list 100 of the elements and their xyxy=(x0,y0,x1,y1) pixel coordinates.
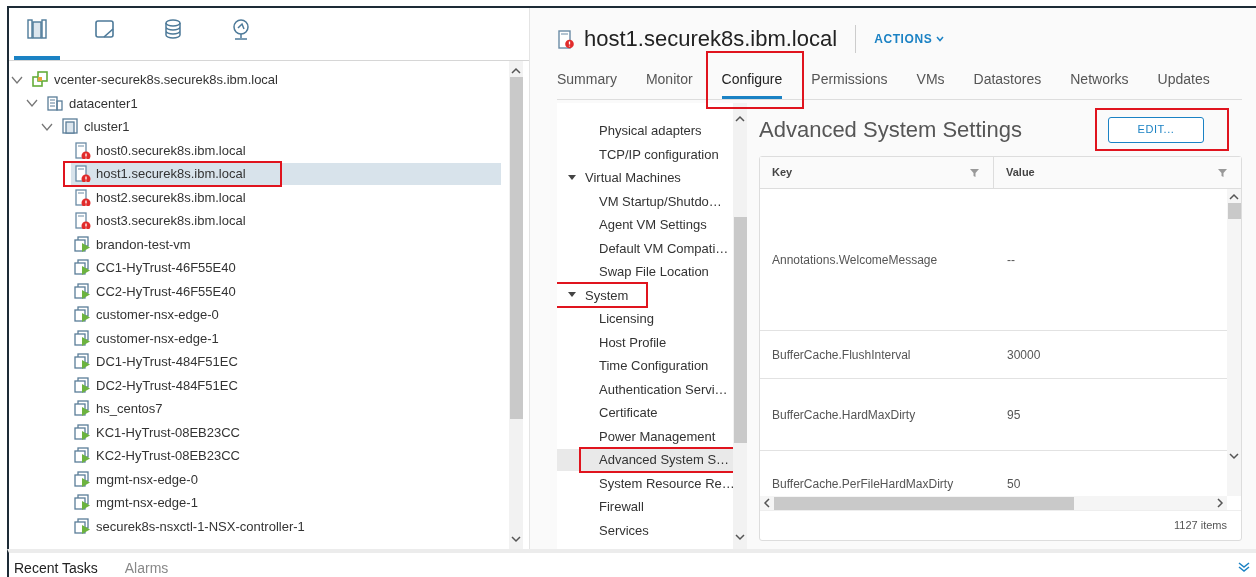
tree-item[interactable]: securek8s-nsxctl-1-NSX-controller-1 xyxy=(71,515,311,538)
vm-icon xyxy=(74,470,91,488)
scroll-up-icon[interactable] xyxy=(1229,193,1239,201)
nav-item[interactable]: Licensing xyxy=(557,307,733,330)
scroll-down-icon[interactable] xyxy=(735,533,745,541)
tree-item[interactable]: CC2-HyTrust-46F55E40 xyxy=(71,280,242,303)
table-cell-text: BufferCache.FlushInterval xyxy=(771,346,912,364)
vcenter-icon xyxy=(32,71,49,89)
tree-item[interactable]: KC1-HyTrust-08EB23CC xyxy=(71,421,246,444)
vm-icon xyxy=(74,235,91,253)
collapse-panel-icon[interactable] xyxy=(1238,561,1250,573)
tree-item[interactable]: CC1-HyTrust-46F55E40 xyxy=(71,256,242,279)
scrollbar[interactable] xyxy=(733,103,747,549)
tree-item[interactable]: host3.securek8s.ibm.local xyxy=(71,209,252,232)
object-title: host1.securek8s.ibm.local xyxy=(584,25,838,53)
nav-item[interactable]: TCP/IP configuration xyxy=(557,143,733,166)
database-icon xyxy=(162,18,184,40)
tab[interactable]: Datastores xyxy=(973,63,1042,99)
nav-item[interactable]: Advanced System S… xyxy=(557,448,733,471)
host-warning-icon xyxy=(557,28,574,49)
table-cell-text: BufferCache.HardMaxDirty xyxy=(771,406,917,424)
column-header[interactable]: Key xyxy=(772,164,793,181)
scroll-left-icon[interactable] xyxy=(763,498,771,508)
scrollbar-thumb[interactable] xyxy=(733,217,747,443)
tab[interactable]: Networks xyxy=(1070,63,1129,99)
tree-item[interactable]: brandon-test-vm xyxy=(71,233,197,256)
scroll-up-icon[interactable] xyxy=(511,67,521,75)
tab[interactable]: Configure xyxy=(721,63,783,99)
tree-item[interactable]: vcenter-securek8s.securek8s.ibm.local xyxy=(29,68,284,91)
vm-icon xyxy=(74,353,91,371)
tree-item[interactable]: customer-nsx-edge-1 xyxy=(71,327,225,350)
nav-group[interactable]: Virtual Machines xyxy=(557,166,733,189)
scrollbar-thumb[interactable] xyxy=(509,77,523,419)
vm-icon xyxy=(74,376,91,394)
scroll-down-icon[interactable] xyxy=(1229,452,1239,460)
table-cell-text: 50 xyxy=(1007,476,1022,493)
nav-item[interactable]: Swap File Location xyxy=(557,260,733,283)
cluster-icon xyxy=(62,118,79,136)
panel-tab[interactable]: Recent Tasks xyxy=(14,559,98,577)
vm-icon xyxy=(74,494,91,512)
table-cell-text: -- xyxy=(1007,251,1016,269)
vm-icon xyxy=(74,447,91,465)
scrollbar[interactable] xyxy=(1227,189,1241,496)
tree-item[interactable]: customer-nsx-edge-0 xyxy=(71,303,225,326)
section-title: Advanced System Settings xyxy=(759,116,1022,144)
table-cell-text: BufferCache.PerFileHardMaxDirty xyxy=(771,476,955,493)
nav-item[interactable]: VM Startup/Shutdo… xyxy=(557,190,733,213)
tree-item[interactable]: DC2-HyTrust-484F51EC xyxy=(71,374,244,397)
table-cell-text: 30000 xyxy=(1007,346,1042,364)
nav-item[interactable]: Firewall xyxy=(557,495,733,518)
vm-icon xyxy=(74,517,91,535)
actions-menu[interactable]: ACTIONS xyxy=(874,29,945,48)
filter-icon[interactable] xyxy=(1218,168,1227,177)
table-cell-text: 95 xyxy=(1007,406,1022,424)
nav-item[interactable]: Time Configuration xyxy=(557,354,733,377)
vm-icon xyxy=(74,306,91,324)
column-header[interactable]: Value xyxy=(1006,164,1035,181)
tree-item[interactable]: mgmt-nsx-edge-0 xyxy=(71,468,204,491)
filter-icon[interactable] xyxy=(970,168,979,177)
tree-item[interactable]: KC2-HyTrust-08EB23CC xyxy=(71,444,246,467)
nav-item[interactable]: Default VM Compati… xyxy=(557,237,733,260)
nav-group[interactable]: System xyxy=(557,284,733,307)
tab[interactable]: Summary xyxy=(557,63,617,99)
scrollbar-thumb[interactable] xyxy=(1227,203,1241,219)
nav-item[interactable]: Agent VM Settings xyxy=(557,213,733,236)
nav-item[interactable]: Host Profile xyxy=(557,331,733,354)
tree-item[interactable]: DC1-HyTrust-484F51EC xyxy=(71,350,244,373)
vm-icon xyxy=(74,400,91,418)
nav-item[interactable]: Services xyxy=(557,519,733,542)
tab[interactable]: Monitor xyxy=(645,63,693,99)
scroll-up-icon[interactable] xyxy=(735,115,745,123)
tree-item[interactable]: mgmt-nsx-edge-1 xyxy=(71,491,204,514)
nav-item[interactable]: Certificate xyxy=(557,401,733,424)
nav-item[interactable]: Power Management xyxy=(557,425,733,448)
nav-item[interactable]: Physical adapters xyxy=(557,119,733,142)
panel-tab[interactable]: Alarms xyxy=(124,559,169,577)
tree-item[interactable]: host0.securek8s.ibm.local xyxy=(71,139,252,162)
view-tab[interactable] xyxy=(14,16,60,60)
host-warning-icon xyxy=(74,188,91,206)
tree-item[interactable]: hs_centos7 xyxy=(71,397,169,420)
caret-down-icon[interactable] xyxy=(567,173,577,182)
tab[interactable]: Permissions xyxy=(811,63,888,99)
nav-item[interactable]: Authentication Servi… xyxy=(557,378,733,401)
tree-item[interactable]: cluster1 xyxy=(59,115,136,138)
horizontal-scrollbar[interactable] xyxy=(760,496,1227,510)
scroll-right-icon[interactable] xyxy=(1216,498,1224,508)
tree-item[interactable]: host2.securek8s.ibm.local xyxy=(71,186,252,209)
vm-icon xyxy=(74,423,91,441)
tab[interactable]: Updates xyxy=(1157,63,1210,99)
vm-icon xyxy=(74,329,91,347)
edit-button[interactable]: EDIT... xyxy=(1108,116,1204,143)
scrollbar-thumb[interactable] xyxy=(774,496,1074,510)
tab[interactable]: VMs xyxy=(916,63,945,99)
host-warning-icon xyxy=(74,141,91,159)
note-icon xyxy=(94,18,116,40)
scroll-down-icon[interactable] xyxy=(511,535,521,543)
nav-item[interactable]: System Resource Re… xyxy=(557,472,733,495)
tree-item[interactable]: datacenter1 xyxy=(44,92,144,115)
scrollbar[interactable] xyxy=(509,61,523,549)
hosts-and-clusters-icon xyxy=(26,18,48,40)
